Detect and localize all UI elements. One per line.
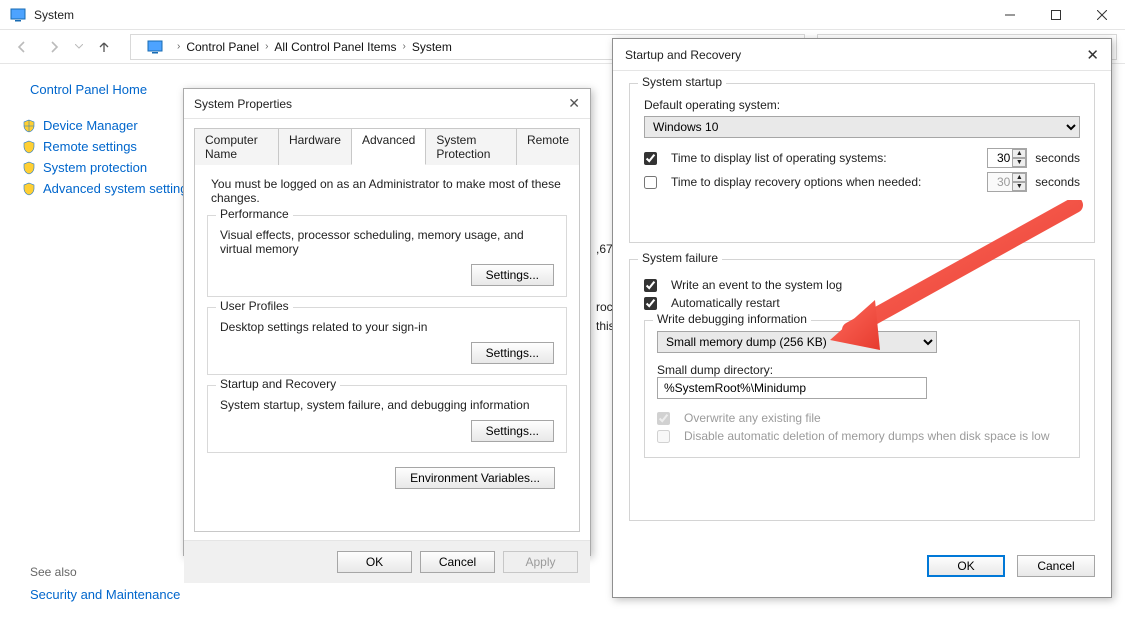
time-list-label: Time to display list of operating system…	[671, 151, 979, 165]
left-link-label: Advanced system settings	[43, 181, 194, 196]
startup-recovery-dialog: Startup and Recovery ✕ System startup De…	[612, 38, 1112, 598]
window-titlebar: System	[0, 0, 1125, 30]
minimize-button[interactable]	[987, 0, 1033, 30]
shield-icon	[22, 119, 36, 133]
left-link-label: Remote settings	[43, 139, 137, 154]
startup-recovery-desc: System startup, system failure, and debu…	[220, 398, 554, 412]
ok-button[interactable]: OK	[927, 555, 1005, 577]
device-manager-link[interactable]: Device Manager	[22, 115, 195, 136]
breadcrumb-item[interactable]: System	[412, 40, 452, 54]
seconds-label: seconds	[1035, 175, 1080, 189]
overwrite-label: Overwrite any existing file	[684, 411, 821, 425]
close-icon[interactable]: ✕	[568, 95, 580, 112]
time-recovery-spinner[interactable]: ▲▼	[987, 172, 1027, 192]
see-also-header: See also	[30, 565, 180, 579]
cancel-button[interactable]: Cancel	[420, 551, 495, 573]
system-protection-link[interactable]: System protection	[22, 157, 195, 178]
userprofiles-group: User Profiles	[216, 299, 293, 313]
shield-icon	[22, 182, 36, 196]
system-failure-group: System failure	[638, 251, 722, 265]
left-pane: Control Panel Home Device Manager Remote…	[0, 64, 205, 634]
close-button[interactable]	[1079, 0, 1125, 30]
performance-group: Performance	[216, 207, 293, 221]
tab-advanced[interactable]: Advanced	[351, 128, 426, 165]
seconds-label: seconds	[1035, 151, 1080, 165]
left-link-label: Device Manager	[43, 118, 138, 133]
overwrite-checkbox	[657, 412, 670, 425]
dump-dir-label: Small dump directory:	[657, 363, 1067, 377]
ok-button[interactable]: OK	[337, 551, 412, 573]
disable-delete-checkbox	[657, 430, 670, 443]
environment-variables-button[interactable]: Environment Variables...	[395, 467, 555, 489]
tab-remote[interactable]: Remote	[516, 128, 580, 165]
shield-icon	[22, 140, 36, 154]
disable-delete-label: Disable automatic deletion of memory dum…	[684, 429, 1050, 443]
cancel-button[interactable]: Cancel	[1017, 555, 1095, 577]
userprofiles-settings-button[interactable]: Settings...	[471, 342, 554, 364]
breadcrumb-item[interactable]: All Control Panel Items	[274, 40, 396, 54]
tab-computer-name[interactable]: Computer Name	[194, 128, 279, 165]
dump-type-select[interactable]: Small memory dump (256 KB)	[657, 331, 937, 353]
performance-settings-button[interactable]: Settings...	[471, 264, 554, 286]
breadcrumb-item[interactable]: Control Panel	[186, 40, 259, 54]
startup-recovery-group: Startup and Recovery	[216, 377, 340, 391]
time-list-spinner[interactable]: ▲▼	[987, 148, 1027, 168]
write-event-checkbox[interactable]	[644, 279, 657, 292]
default-os-select[interactable]: Windows 10	[644, 116, 1080, 138]
auto-restart-checkbox[interactable]	[644, 297, 657, 310]
up-button[interactable]	[90, 34, 118, 60]
maximize-button[interactable]	[1033, 0, 1079, 30]
userprofiles-desc: Desktop settings related to your sign-in	[220, 320, 554, 334]
dialog-title: Startup and Recovery	[625, 48, 741, 62]
performance-desc: Visual effects, processor scheduling, me…	[220, 228, 554, 256]
system-icon	[147, 39, 163, 55]
admin-notice: You must be logged on as an Administrato…	[211, 177, 567, 205]
control-panel-home-link[interactable]: Control Panel Home	[30, 82, 195, 97]
time-recovery-label: Time to display recovery options when ne…	[671, 175, 979, 189]
close-icon[interactable]: ✕	[1086, 46, 1099, 64]
security-maintenance-link[interactable]: Security and Maintenance	[30, 587, 180, 602]
left-link-label: System protection	[43, 160, 147, 175]
system-icon	[10, 7, 26, 23]
default-os-label: Default operating system:	[644, 98, 1080, 112]
dump-dir-input[interactable]	[657, 377, 927, 399]
time-list-checkbox[interactable]	[644, 152, 657, 165]
auto-restart-label: Automatically restart	[671, 296, 780, 310]
tab-system-protection[interactable]: System Protection	[425, 128, 517, 165]
apply-button[interactable]: Apply	[503, 551, 578, 573]
sysprops-tabs: Computer Name Hardware Advanced System P…	[184, 121, 590, 164]
write-debug-group: Write debugging information	[653, 312, 811, 326]
forward-button[interactable]	[40, 34, 68, 60]
shield-icon	[22, 161, 36, 175]
back-button[interactable]	[8, 34, 36, 60]
system-properties-dialog: System Properties ✕ Computer Name Hardwa…	[183, 88, 591, 556]
window-title: System	[34, 8, 987, 22]
system-startup-group: System startup	[638, 75, 726, 89]
write-event-label: Write an event to the system log	[671, 278, 842, 292]
dialog-title: System Properties	[194, 97, 292, 111]
recent-dropdown[interactable]	[72, 34, 86, 60]
tab-hardware[interactable]: Hardware	[278, 128, 352, 165]
remote-settings-link[interactable]: Remote settings	[22, 136, 195, 157]
time-recovery-checkbox[interactable]	[644, 176, 657, 189]
advanced-system-settings-link[interactable]: Advanced system settings	[22, 178, 195, 199]
startup-recovery-settings-button[interactable]: Settings...	[471, 420, 554, 442]
